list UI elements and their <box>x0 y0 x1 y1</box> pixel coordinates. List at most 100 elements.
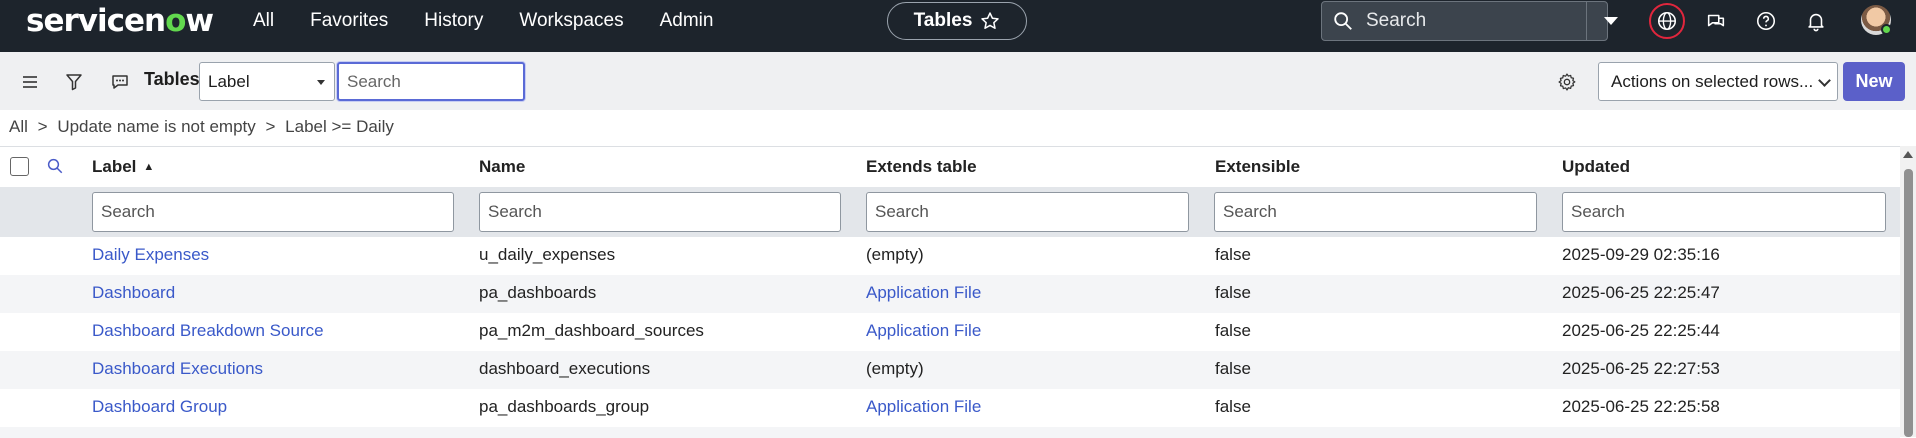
breadcrumb: All > Update name is not empty > Label >… <box>9 117 394 137</box>
row-updated: 2025-06-25 22:27:53 <box>1562 359 1720 378</box>
column-header-extends-table[interactable]: Extends table <box>866 147 977 187</box>
nav-history[interactable]: History <box>424 10 483 32</box>
gear-icon <box>1558 73 1576 91</box>
row-label-link[interactable]: Daily Expenses <box>92 245 209 265</box>
chat-icon <box>1707 14 1725 27</box>
column-header-updated[interactable]: Updated <box>1562 147 1630 187</box>
avatar[interactable] <box>1861 5 1892 35</box>
column-header-name[interactable]: Name <box>479 147 525 187</box>
help-icon <box>1756 11 1776 31</box>
row-extensible: false <box>1215 283 1251 302</box>
row-extends-link[interactable]: Application File <box>866 321 981 341</box>
nav-menu: All Favorites History Workspaces Admin <box>253 0 749 42</box>
select-all-checkbox[interactable] <box>10 157 29 176</box>
notifications-button[interactable] <box>1798 3 1834 39</box>
menu-button[interactable] <box>16 68 44 96</box>
actions-select-value: Actions on selected rows... <box>1611 72 1814 91</box>
help-button[interactable] <box>1748 3 1784 39</box>
row-extends-link[interactable]: Application File <box>866 397 981 417</box>
search-icon <box>47 158 63 174</box>
hamburger-icon <box>23 76 37 88</box>
row-extensible: false <box>1215 359 1251 378</box>
breadcrumb-condition-2[interactable]: Label >= Daily <box>285 117 394 136</box>
filter-name-input[interactable]: Search <box>479 192 841 232</box>
global-search[interactable]: Search <box>1321 1 1618 41</box>
row-label-link[interactable]: Dashboard Group <box>92 397 227 417</box>
caret-down-icon <box>317 80 325 85</box>
new-button[interactable]: New <box>1843 62 1905 101</box>
star-icon[interactable] <box>980 11 1000 31</box>
search-field-value: Label <box>208 72 250 91</box>
servicenow-logo[interactable]: servicenow <box>26 3 214 39</box>
row-extends-link[interactable]: Application File <box>866 283 981 303</box>
search-icon <box>1334 12 1352 30</box>
filter-button[interactable] <box>60 68 88 96</box>
top-navigation: servicenow All Favorites History Workspa… <box>0 0 1916 52</box>
row-updated: 2025-06-25 22:25:44 <box>1562 321 1720 340</box>
status-dot <box>1881 24 1892 35</box>
row-label-link[interactable]: Dashboard <box>92 283 175 303</box>
list-header-bar: Tables Label Search Actions on selected … <box>0 52 1916 110</box>
list-title: Tables <box>144 69 200 89</box>
language-button[interactable] <box>1649 3 1685 39</box>
breadcrumb-separator: > <box>37 117 48 136</box>
row-updated: 2025-06-25 22:25:47 <box>1562 283 1720 302</box>
breadcrumb-separator: > <box>265 117 276 136</box>
table-row: Dashboard Group pa_dashboards_group Appl… <box>0 389 1900 427</box>
nav-favorites[interactable]: Favorites <box>310 10 388 32</box>
sort-ascending-icon: ▲ <box>143 161 155 173</box>
chat-button[interactable] <box>1698 3 1734 39</box>
row-name: dashboard_executions <box>479 359 651 378</box>
column-header-extensible[interactable]: Extensible <box>1215 147 1300 187</box>
row-extends: (empty) <box>866 245 924 264</box>
filter-extends-input[interactable]: Search <box>866 192 1189 232</box>
row-name: pa_m2m_dashboard_sources <box>479 321 704 340</box>
row-label-link[interactable]: Dashboard Breakdown Source <box>92 321 324 341</box>
row-extensible: false <box>1215 245 1251 264</box>
table-row: Dashboard Executions dashboard_execution… <box>0 351 1900 389</box>
row-name: u_daily_expenses <box>479 245 616 264</box>
row-extensible: false <box>1215 321 1251 340</box>
context-pill[interactable]: Tables <box>887 2 1027 40</box>
nav-admin[interactable]: Admin <box>660 10 714 32</box>
search-scope-dropdown[interactable] <box>1591 2 1631 40</box>
comment-icon <box>112 75 128 89</box>
breadcrumb-condition-1[interactable]: Update name is not empty <box>57 117 255 136</box>
bell-icon <box>1808 13 1824 32</box>
filter-label-input[interactable]: Search <box>92 192 454 232</box>
row-updated: 2025-09-29 02:35:16 <box>1562 245 1720 264</box>
table-row: Dashboard pa_dashboards Application File… <box>0 275 1900 313</box>
vertical-scrollbar[interactable] <box>1900 146 1916 437</box>
row-extensible: false <box>1215 397 1251 416</box>
scrollbar-thumb[interactable] <box>1904 169 1913 437</box>
filter-updated-input[interactable]: Search <box>1562 192 1886 232</box>
filter-extensible-input[interactable]: Search <box>1214 192 1537 232</box>
list-settings-button[interactable] <box>1553 68 1581 96</box>
row-extends: (empty) <box>866 359 924 378</box>
nav-all[interactable]: All <box>253 10 274 32</box>
context-pill-label: Tables <box>913 10 973 31</box>
row-updated: 2025-06-25 22:25:58 <box>1562 397 1720 416</box>
breadcrumb-all[interactable]: All <box>9 117 28 136</box>
chevron-down-icon <box>1604 17 1618 25</box>
tables-list: Label ▲ Name Extends table Extensible Up… <box>0 146 1900 438</box>
activity-button[interactable] <box>106 68 134 96</box>
row-name: pa_dashboards <box>479 283 597 302</box>
list-search-input[interactable]: Search <box>337 62 525 101</box>
table-row <box>0 427 1900 438</box>
actions-select[interactable]: Actions on selected rows... <box>1598 62 1838 101</box>
row-name: pa_dashboards_group <box>479 397 650 416</box>
search-field-select[interactable]: Label <box>199 62 335 101</box>
column-header-label-text: Label <box>92 157 137 176</box>
table-row: Dashboard Breakdown Source pa_m2m_dashbo… <box>0 313 1900 351</box>
scroll-up-icon[interactable] <box>1903 151 1913 158</box>
globe-icon <box>1657 11 1677 31</box>
column-header-label[interactable]: Label ▲ <box>92 147 154 187</box>
nav-workspaces[interactable]: Workspaces <box>519 10 623 32</box>
column-search-toggle[interactable] <box>46 157 64 180</box>
chevron-down-icon <box>1818 74 1831 87</box>
table-row: Daily Expenses u_daily_expenses (empty) … <box>0 237 1900 275</box>
row-label-link[interactable]: Dashboard Executions <box>92 359 263 379</box>
divider <box>1586 2 1587 40</box>
global-search-input[interactable]: Search <box>1366 10 1426 32</box>
